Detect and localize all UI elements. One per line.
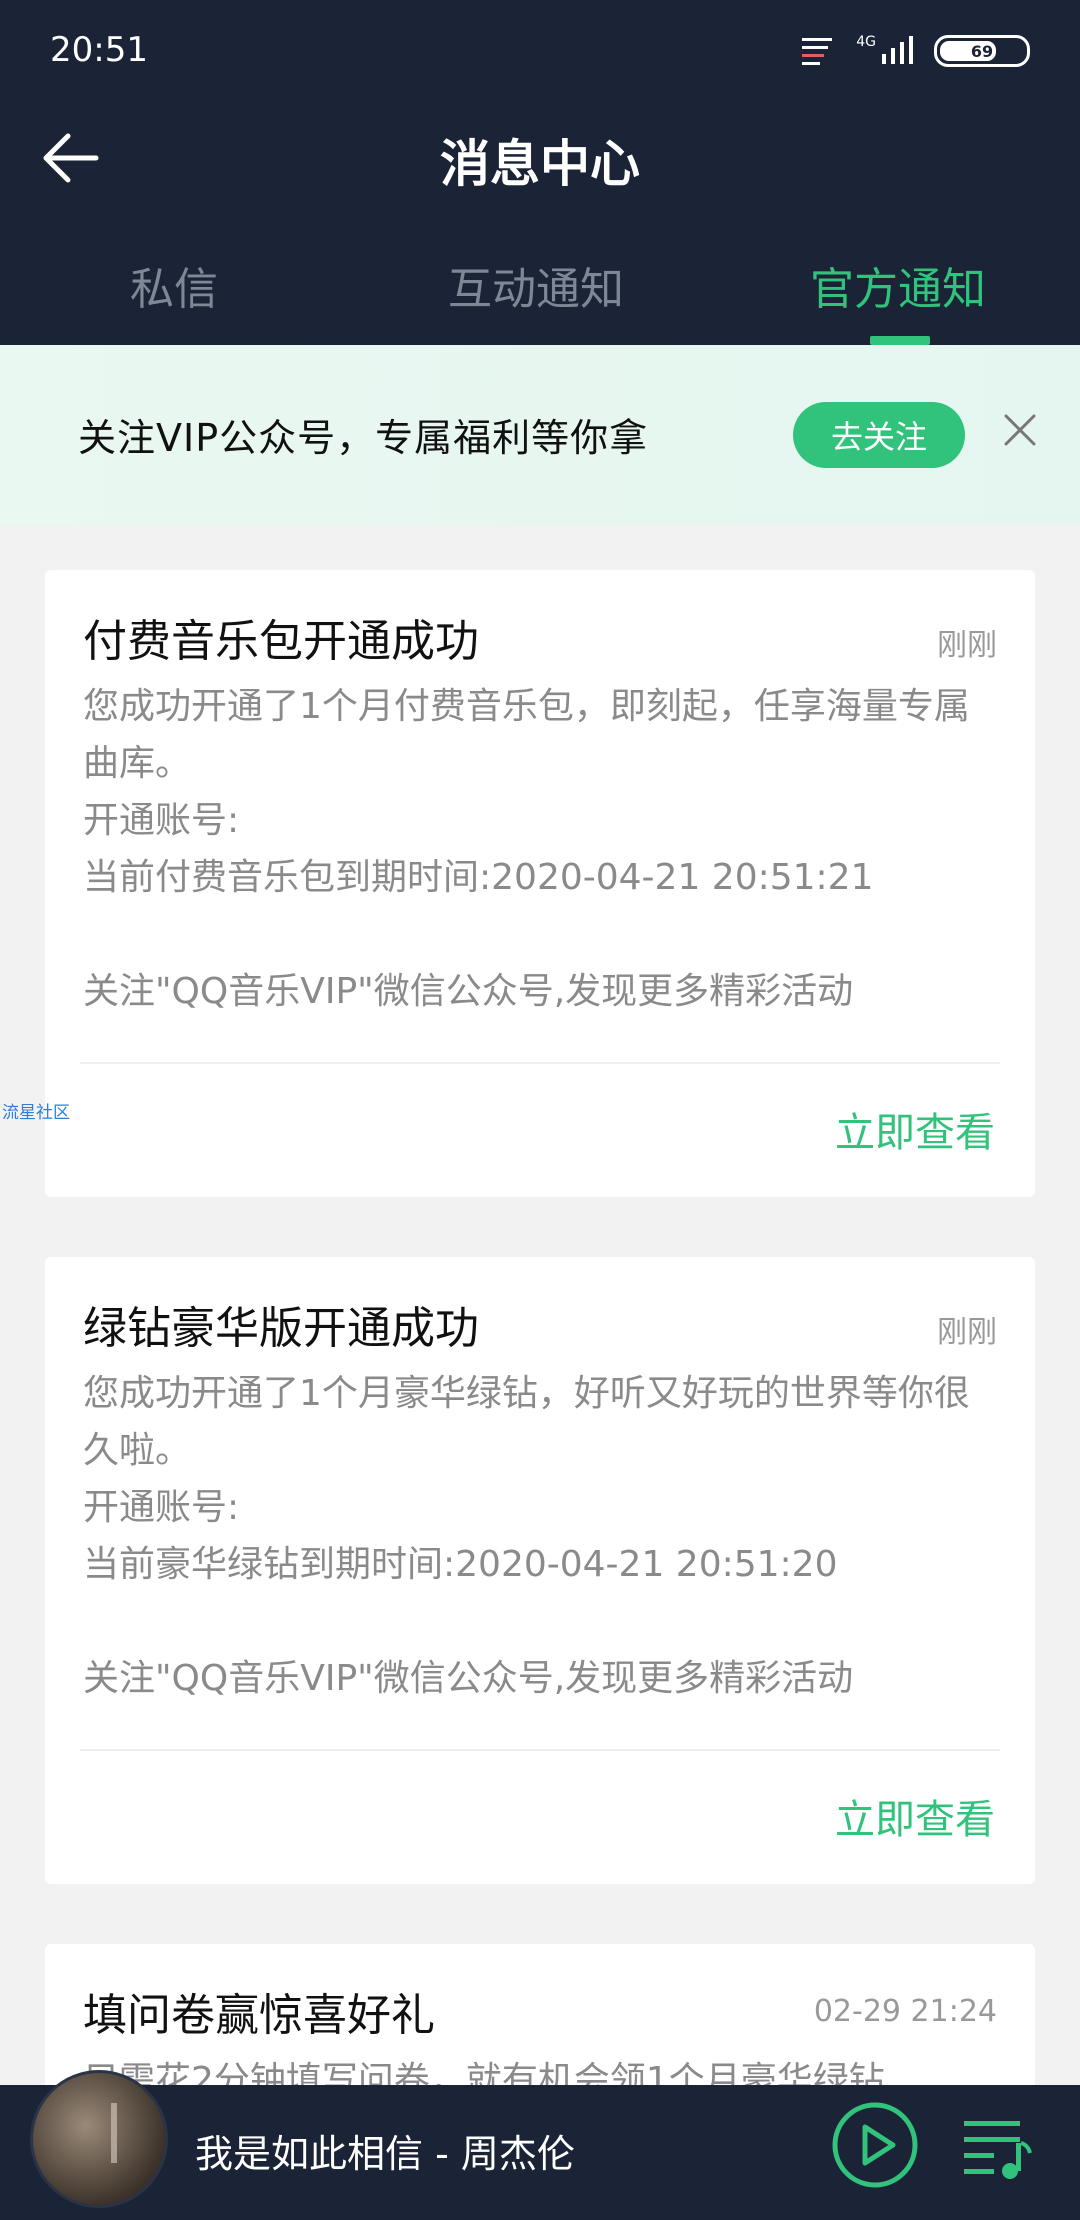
status-time: 20:51 — [50, 30, 148, 70]
tab-bar: 私信 互动通知 官方通知 — [0, 235, 1080, 345]
card-title: 绿钻豪华版开通成功 — [83, 1303, 479, 1354]
card-time: 刚刚 — [937, 628, 997, 663]
follow-button[interactable]: 去关注 — [793, 402, 965, 468]
battery-icon: 69 — [934, 35, 1030, 67]
card-time: 02-29 21:24 — [813, 1994, 997, 2029]
notification-icon — [802, 38, 833, 65]
nav-bar: 消息中心 — [0, 110, 1080, 200]
tab-interaction-notices[interactable]: 互动通知 — [448, 253, 624, 317]
battery-level: 69 — [970, 41, 994, 61]
view-now-link[interactable]: 立即查看 — [835, 1787, 995, 1845]
view-now-link[interactable]: 立即查看 — [835, 1100, 995, 1158]
card-title: 填问卷赢惊喜好礼 — [83, 1990, 435, 2041]
signal-icon — [882, 36, 913, 64]
card-divider — [80, 1062, 1000, 1064]
close-banner-button[interactable] — [995, 405, 1045, 455]
page-title: 消息中心 — [440, 135, 640, 193]
side-community-label[interactable]: 流星社区 — [2, 1098, 70, 1123]
tab-official-notices[interactable]: 官方通知 — [810, 253, 986, 317]
playlist-icon[interactable] — [958, 2107, 1038, 2187]
mini-player: 我是如此相信 - 周杰伦 — [0, 2070, 1080, 2220]
card-title: 付费音乐包开通成功 — [83, 616, 479, 667]
status-icons: 4G 69 — [798, 34, 1030, 68]
status-bar: 20:51 4G 69 — [0, 0, 1080, 110]
now-playing-title[interactable]: 我是如此相信 - 周杰伦 — [195, 2123, 575, 2178]
active-tab-indicator — [870, 336, 930, 345]
album-cover[interactable] — [30, 2070, 168, 2208]
close-icon — [1004, 414, 1036, 446]
tab-private-messages[interactable]: 私信 — [130, 253, 218, 317]
card-body: 您成功开通了1个月付费音乐包，即刻起，任享海量专属曲库。 开通账号: 当前付费音… — [83, 686, 970, 1012]
banner-text: 关注VIP公众号，专属福利等你拿 — [78, 416, 649, 460]
notification-card: 付费音乐包开通成功 刚刚 您成功开通了1个月付费音乐包，即刻起，任享海量专属曲库… — [45, 570, 1035, 1197]
network-type: 4G — [856, 34, 876, 50]
notification-card: 绿钻豪华版开通成功 刚刚 您成功开通了1个月豪华绿钻，好听又好玩的世界等你很久啦… — [45, 1257, 1035, 1884]
card-divider — [80, 1749, 1000, 1751]
header: 20:51 4G 69 消息中心 私信 互动通知 官方通知 — [0, 0, 1080, 345]
play-button[interactable] — [830, 2100, 920, 2190]
vip-follow-banner: 关注VIP公众号，专属福利等你拿 去关注 — [0, 345, 1080, 525]
card-time: 刚刚 — [937, 1315, 997, 1350]
card-body: 您成功开通了1个月豪华绿钻，好听又好玩的世界等你很久啦。 开通账号: 当前豪华绿… — [83, 1373, 970, 1699]
